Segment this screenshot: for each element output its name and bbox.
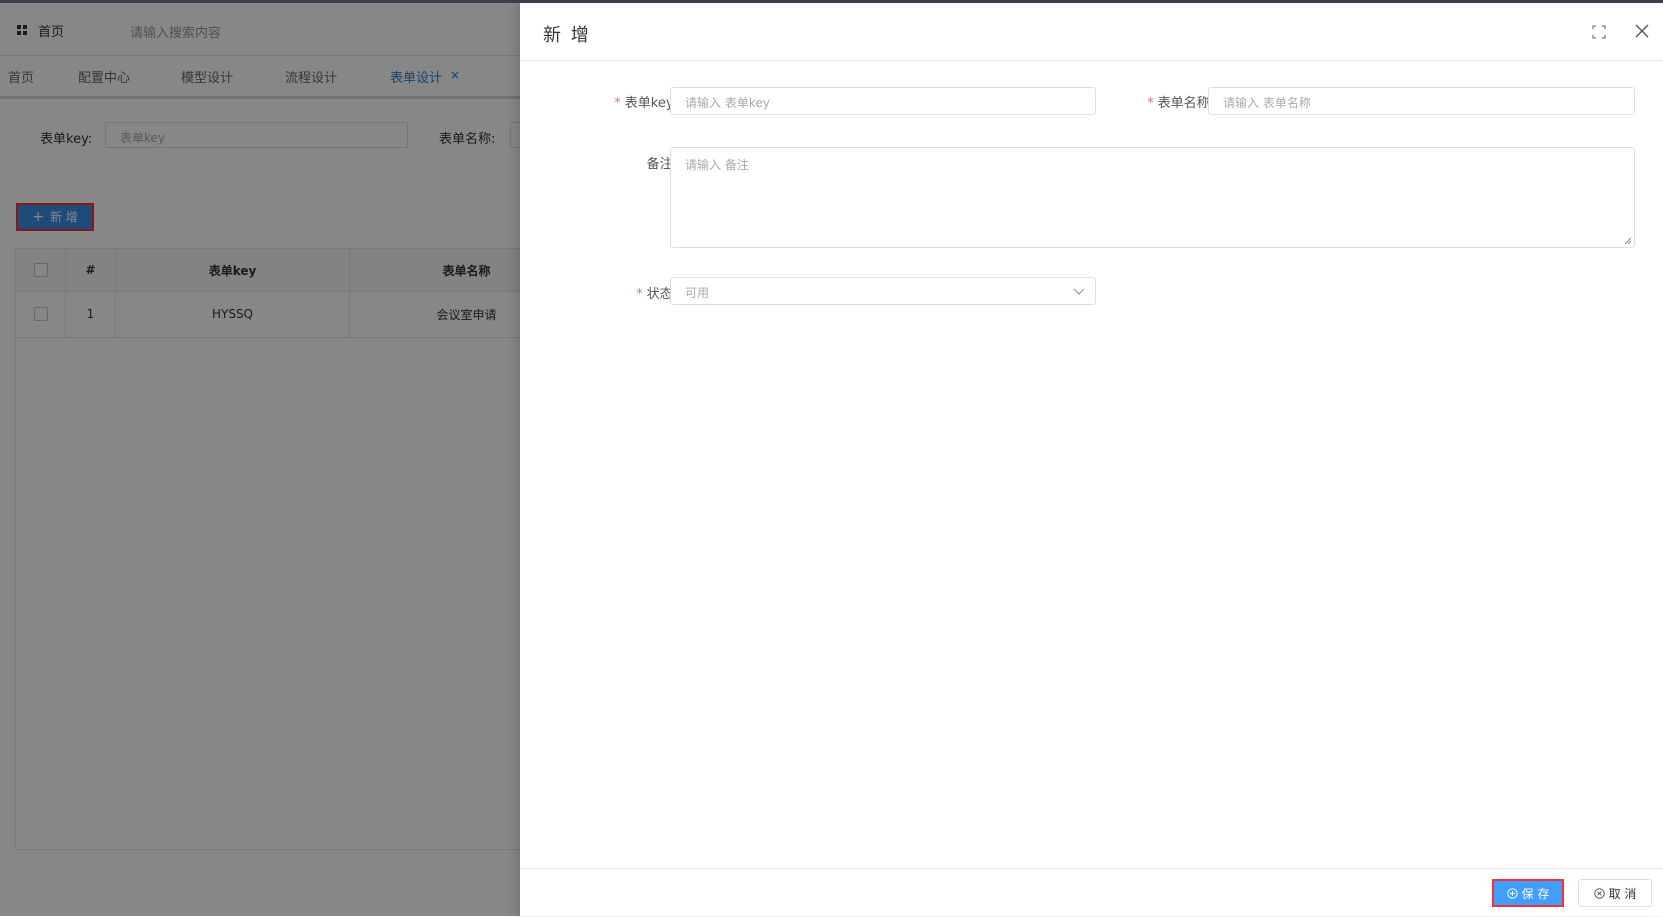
form-key-placeholder: 请输入 表单key: [685, 96, 770, 110]
save-button-label: 保 存: [1521, 886, 1550, 901]
close-icon[interactable]: [1633, 22, 1651, 40]
form-name-label-text: 表单名称:: [1157, 96, 1214, 111]
save-icon: [1506, 887, 1518, 899]
status-select[interactable]: 可用: [670, 277, 1096, 305]
drawer-title: 新 增: [543, 25, 591, 46]
form-key-input[interactable]: 请输入 表单key: [670, 87, 1096, 115]
drawer-footer: 保 存 取 消: [520, 868, 1663, 917]
cancel-button[interactable]: 取 消: [1578, 879, 1652, 907]
cancel-button-label: 取 消: [1608, 886, 1637, 901]
drawer-header: 新 增: [520, 3, 1663, 61]
required-mark: *: [636, 287, 643, 302]
window-top-border: [0, 0, 1663, 3]
chevron-down-icon: [1073, 288, 1085, 295]
resize-handle-icon[interactable]: [1624, 237, 1632, 245]
modal-overlay[interactable]: [0, 0, 520, 916]
fullscreen-icon[interactable]: [1592, 25, 1606, 39]
status-label: * 状态:: [560, 283, 677, 302]
required-mark: *: [614, 96, 621, 111]
status-selected-value: 可用: [685, 286, 710, 300]
form-name-label: * 表单名称:: [1100, 92, 1214, 111]
add-form-drawer: 新 增 * 表单key: 请输入 表单key * 表单名称: 请输入 表单名称 备注…: [520, 3, 1663, 916]
required-mark: *: [1147, 96, 1154, 111]
save-button[interactable]: 保 存: [1492, 879, 1564, 907]
remark-textarea[interactable]: 请输入 备注: [670, 147, 1635, 248]
form-name-input[interactable]: 请输入 表单名称: [1208, 87, 1635, 115]
form-name-placeholder: 请输入 表单名称: [1223, 96, 1311, 110]
remark-placeholder: 请输入 备注: [685, 158, 749, 172]
cancel-icon: [1593, 887, 1605, 899]
remark-label: 备注:: [560, 153, 677, 172]
form-key-label: * 表单key:: [560, 92, 677, 111]
